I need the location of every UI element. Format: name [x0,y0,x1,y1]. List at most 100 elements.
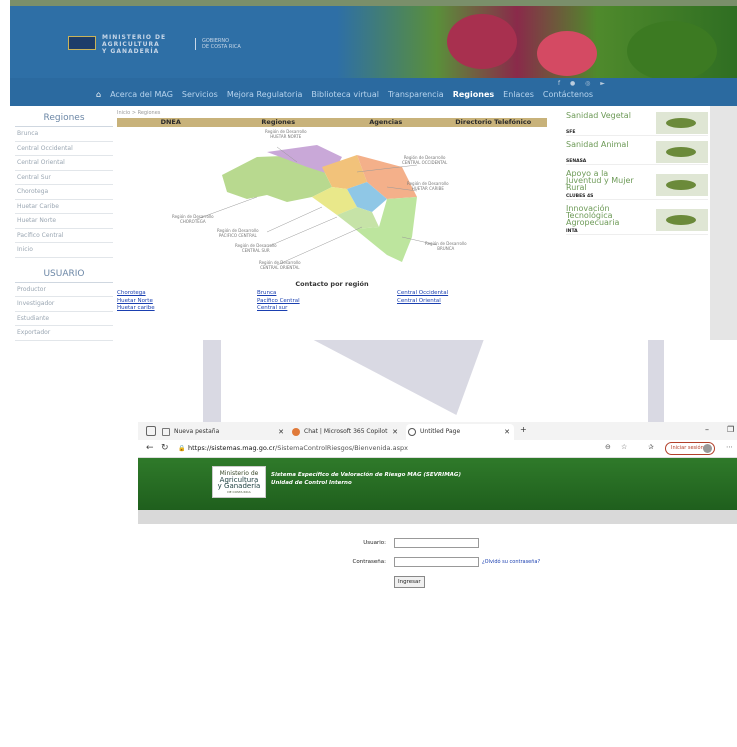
plants-image [656,174,708,196]
promo-juventud[interactable]: Apoyo a la Juventud y Mujer Rural CLUBES… [566,170,708,200]
map-label-central-occidental: Región de Desarrollo CENTRAL OCCIDENTAL [402,155,448,165]
favorite-icon[interactable]: ☆ [621,443,627,451]
right-scroll-edge [710,106,737,340]
contact-link-huetar-norte[interactable]: Huetar Norte [117,298,257,306]
home-icon[interactable]: ⌂ [96,90,101,99]
back-icon[interactable]: ← [146,443,154,453]
tab-copilot[interactable]: Chat | Microsoft 365 Copilot ✕ [290,424,402,440]
map-label-huetar-caribe: Región de Desarrollo HUETAR CARIBE [407,181,449,191]
nav-item-servicios[interactable]: Servicios [182,90,218,99]
promo-sanidad-animal[interactable]: Sanidad Animal SENASA [566,141,708,165]
password-input[interactable] [394,557,479,567]
contact-link-central-occidental[interactable]: Central Occidental [397,290,537,298]
nav-item-biblioteca[interactable]: Biblioteca virtual [311,90,379,99]
sidebar-item-huetar-caribe[interactable]: Huetar Caribe [15,200,113,214]
login-button[interactable]: Ingresar [394,576,425,588]
tab-untitled-page[interactable]: Untitled Page ✕ [406,424,514,440]
tab-actions-icon[interactable] [146,426,156,436]
promo-innovacion[interactable]: Innovación Tecnológica Agropecuaria INTA [566,205,708,235]
map-label-chorotega: Región de Desarrollo CHOROTEGA [172,214,214,224]
regions-title: Regiones [15,110,113,127]
nav-item-transparencia[interactable]: Transparencia [388,90,444,99]
reader-icon[interactable]: ⊖ [605,443,611,451]
avatar-icon [703,444,712,453]
tab-nueva-pestana[interactable]: Nueva pestaña ✕ [160,424,288,440]
sidebar-item-pacifico-central[interactable]: Pacífico Central [15,229,113,243]
vegetables-banner-image [337,6,737,78]
url-field[interactable]: 🔒 https://sistemas.mag.go.cr/SistemaCont… [178,442,628,455]
contact-link-huetar-caribe[interactable]: Huetar caribe [117,305,257,313]
password-label: Contraseña: [352,559,386,565]
user-title: USUARIO [15,266,113,283]
contact-link-central-oriental[interactable]: Central Oriental [397,298,537,306]
nav-item-mejora[interactable]: Mejora Regulatoria [227,90,303,99]
map-label-brunca: Región de Desarrollo BRUNCA [425,241,467,251]
site-content: Regiones Brunca Central Occidental Centr… [10,106,710,341]
sidebar-item-productor[interactable]: Productor [15,283,113,297]
map-label-central-oriental: Región de Desarrollo CENTRAL ORIENTAL [259,260,301,270]
signin-button[interactable]: Iniciar sesión [665,442,715,455]
forgot-password-link[interactable]: ¿Olvidó su contraseña? [482,559,540,565]
header-dnea[interactable]: DNEA [117,118,225,127]
restore-icon[interactable]: ❐ [727,425,734,434]
regions-main: Inicio > Regiones DNEA Regiones Agencias… [117,110,547,313]
header-regiones[interactable]: Regiones [225,118,333,127]
more-icon[interactable]: ⋯ [726,443,733,451]
background-watermark [0,340,737,430]
map-label-huetar-norte: Región de Desarrollo HUETAR NORTE [265,129,307,139]
sidebar-item-brunca[interactable]: Brunca [15,127,113,142]
main-nav: f ● ◎ ► ⌂ Acerca del MAG Servicios Mejor… [10,78,737,106]
nav-item-regiones[interactable]: Regiones [453,90,494,99]
breadcrumb: Inicio > Regiones [117,110,161,116]
ministry-logo[interactable] [68,36,96,50]
regions-table-header: DNEA Regiones Agencias Directorio Telefó… [117,118,547,127]
sidebar-item-chorotega[interactable]: Chorotega [15,185,113,200]
map-label-central-sur: Región de Desarrollo CENTRAL SUR [235,243,277,253]
sidebar-item-exportador[interactable]: Exportador [15,326,113,341]
nav-item-contactenos[interactable]: Contáctenos [543,90,593,99]
contact-links: Chorotega Brunca Central Occidental Huet… [117,290,547,313]
login-form: Usuario: Contraseña: ¿Olvidó su contrase… [348,538,568,588]
new-tab-button[interactable]: + [520,425,527,434]
minimize-icon[interactable]: – [705,425,709,434]
contact-link-pacifico-central[interactable]: Pacífico Central [257,298,397,306]
refresh-icon[interactable]: ↻ [161,443,169,453]
government-name: GOBIERNO DE COSTA RICA [195,38,241,50]
close-icon: ✕ [278,428,284,436]
sidebar-item-central-sur[interactable]: Central Sur [15,171,113,185]
sidebar-item-huetar-norte[interactable]: Huetar Norte [15,214,113,229]
contact-link-brunca[interactable]: Brunca [257,290,397,298]
address-bar: ← ↻ 🔒 https://sistemas.mag.go.cr/Sistema… [138,440,737,458]
header-directorio[interactable]: Directorio Telefónico [440,118,548,127]
contact-link-chorotega[interactable]: Chorotega [117,290,257,298]
social-icons[interactable]: f ● ◎ ► [558,80,609,87]
close-icon: ✕ [392,428,398,436]
sidebar-item-investigador[interactable]: Investigador [15,297,113,312]
contact-link-central-sur[interactable]: Central sur [257,305,397,313]
left-sidebar: Regiones Brunca Central Occidental Centr… [15,110,113,341]
mag-logo: Ministerio de Agricultura y Ganadería DE… [212,466,266,498]
sidebar-item-estudiante[interactable]: Estudiante [15,312,113,326]
map-label-pacifico-central: Región de Desarrollo PACIFICO CENTRAL [217,228,259,238]
promo-sanidad-vegetal[interactable]: Sanidad Vegetal SFE [566,112,708,136]
regions-map-svg [196,145,438,266]
favorites-icon[interactable]: ✰ [648,443,654,451]
nav-item-enlaces[interactable]: Enlaces [503,90,534,99]
lock-icon: 🔒 [178,445,186,452]
header-agencias[interactable]: Agencias [332,118,440,127]
app-header: Ministerio de Agricultura y Ganadería DE… [138,458,737,510]
tab-bar: Nueva pestaña ✕ Chat | Microsoft 365 Copi… [138,422,737,440]
nav-item-acerca[interactable]: Acerca del MAG [110,90,173,99]
cow-image [656,141,708,163]
user-input[interactable] [394,538,479,548]
seedling-image [656,209,708,231]
contact-title: Contacto por región [295,280,369,288]
sidebar-item-central-oriental[interactable]: Central Oriental [15,156,113,171]
mag-website-screenshot: MINISTERIO DE AGRICULTURA Y GANADERÍA GO… [10,0,737,341]
app-title: Sistema Específico de Valoración de Ries… [271,472,461,486]
app-toolbar [138,510,737,524]
sidebar-item-central-occidental[interactable]: Central Occidental [15,142,113,156]
costa-rica-regions-map[interactable]: Región de Desarrollo HUETAR NORTE Región … [117,127,547,277]
sidebar-item-inicio[interactable]: Inicio [15,243,113,258]
ministry-name: MINISTERIO DE AGRICULTURA Y GANADERÍA [102,34,167,55]
